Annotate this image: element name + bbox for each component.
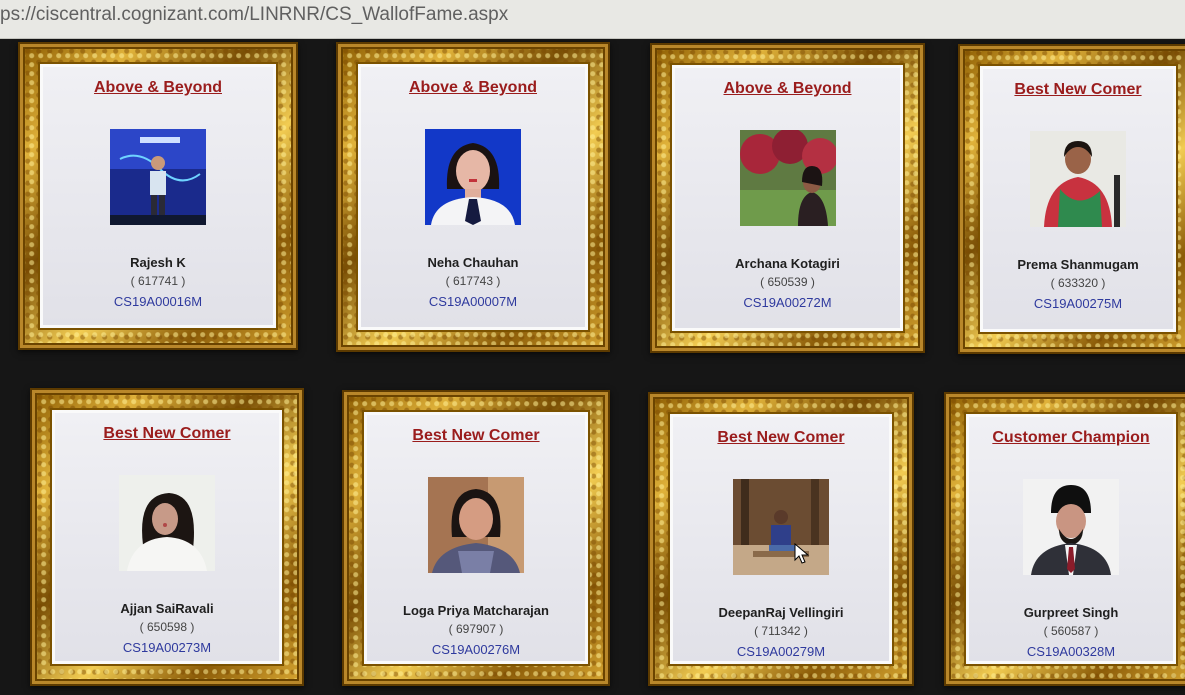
employee-photo[interactable] [733, 479, 829, 575]
employee-id: ( 650598 ) [139, 620, 195, 634]
award-title-link[interactable]: Best New Comer [983, 81, 1173, 99]
award-card-panel: Best New Comer Prema Shanmugam ( 633320 … [978, 64, 1178, 334]
employee-name: Gurpreet Singh [1023, 605, 1119, 620]
employee-photo[interactable] [110, 129, 206, 225]
award-card-panel: Best New Comer Ajjan SaiRavali ( 650598 … [50, 408, 284, 666]
award-card-panel: Above & Beyond Neha Chauhan ( 617743 ) C… [356, 62, 590, 332]
url-text[interactable]: ps://ciscentral.cognizant.com/LINRNR/CS_… [0, 4, 508, 26]
award-card: Customer Champion Gurpreet Singh ( 56058… [944, 392, 1185, 686]
award-code: CS19A00273M [122, 640, 212, 655]
employee-name: Loga Priya Matcharajan [403, 603, 549, 618]
employee-name: Prema Shanmugam [1017, 257, 1139, 272]
award-card: Best New Comer Ajjan SaiRavali ( 650598 … [30, 388, 304, 686]
employee-id: ( 617743 ) [445, 274, 501, 288]
award-title-link[interactable]: Best New Comer [367, 427, 585, 445]
employee-name: Rajesh K [130, 255, 186, 270]
award-code: CS19A00279M [736, 644, 826, 659]
employee-id: ( 617741 ) [130, 274, 186, 288]
mouse-pointer-icon [794, 543, 810, 564]
award-title-link[interactable]: Best New Comer [55, 425, 279, 443]
award-card-panel: Best New Comer Loga Priya Matcharajan ( … [362, 410, 590, 666]
employee-id: ( 711342 ) [754, 624, 808, 638]
employee-name: Neha Chauhan [427, 255, 519, 270]
award-code: CS19A00328M [1026, 644, 1116, 659]
employee-id: ( 650539 ) [760, 275, 815, 289]
employee-name: DeepanRaj Vellingiri [718, 605, 844, 620]
award-card: Best New Comer Loga Priya Matcharajan ( … [342, 390, 610, 686]
employee-id: ( 697907 ) [448, 622, 504, 636]
award-card-panel: Best New Comer DeepanRaj Vellingiri ( 71… [668, 412, 894, 666]
award-title-link[interactable]: Above & Beyond [43, 79, 273, 97]
employee-photo[interactable] [119, 475, 215, 571]
employee-id: ( 633320 ) [1050, 276, 1106, 290]
employee-id: ( 560587 ) [1043, 624, 1099, 638]
employee-photo[interactable] [739, 130, 836, 226]
award-card-panel: Above & Beyond Archana Kotagiri ( 650539… [670, 63, 905, 333]
award-card: Best New Comer Prema Shanmugam ( 633320 … [958, 44, 1185, 354]
award-title-link[interactable]: Best New Comer [673, 429, 889, 447]
address-bar[interactable]: ps://ciscentral.cognizant.com/LINRNR/CS_… [0, 0, 1185, 39]
employee-photo[interactable] [428, 477, 524, 573]
award-card: Above & Beyond Rajesh K ( 617741 ) CS19A… [18, 42, 298, 350]
award-card-panel: Above & Beyond Rajesh K ( 617741 ) CS19A… [38, 62, 278, 330]
award-card: Above & Beyond Neha Chauhan ( 617743 ) C… [336, 42, 610, 352]
employee-name: Ajjan SaiRavali [120, 601, 214, 616]
award-card: Best New Comer DeepanRaj Vellingiri ( 71… [648, 392, 914, 686]
employee-photo[interactable] [1030, 131, 1126, 227]
award-title-link[interactable]: Customer Champion [969, 429, 1173, 447]
award-code: CS19A00272M [743, 295, 832, 310]
award-card: Above & Beyond Archana Kotagiri ( 650539… [650, 43, 925, 353]
award-code: CS19A00275M [1033, 296, 1123, 311]
award-code: CS19A00276M [431, 642, 521, 657]
employee-photo[interactable] [1023, 479, 1119, 575]
award-code: CS19A00007M [428, 294, 518, 309]
award-card-panel: Customer Champion Gurpreet Singh ( 56058… [964, 412, 1178, 666]
employee-photo[interactable] [425, 129, 521, 225]
award-title-link[interactable]: Above & Beyond [361, 79, 585, 97]
award-code: CS19A00016M [113, 294, 203, 309]
employee-name: Archana Kotagiri [735, 256, 840, 271]
award-title-link[interactable]: Above & Beyond [675, 80, 900, 98]
